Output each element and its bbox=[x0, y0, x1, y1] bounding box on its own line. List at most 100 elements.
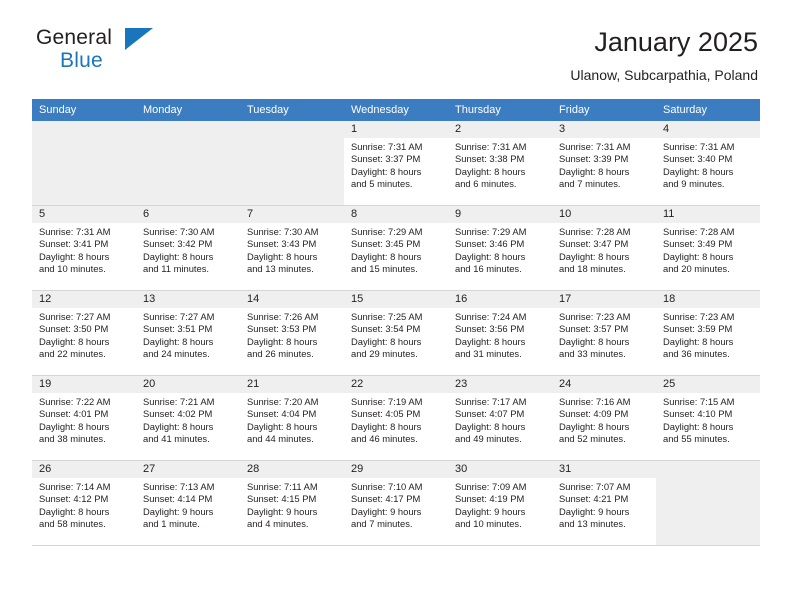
calendar-day[interactable]: 23 Sunrise: 7:17 AM Sunset: 4:07 PM Dayligh… bbox=[448, 376, 552, 460]
calendar-day[interactable]: 26 Sunrise: 7:14 AM Sunset: 4:12 PM Dayligh… bbox=[32, 461, 136, 545]
calendar-day[interactable]: 29 Sunrise: 7:10 AM Sunset: 4:17 PM Dayligh… bbox=[344, 461, 448, 545]
daylight-text-line1: Daylight: 8 hours bbox=[663, 165, 734, 177]
daylight-text-line2: and 33 minutes. bbox=[559, 347, 626, 359]
day-number: 30 bbox=[448, 461, 552, 478]
calendar-day[interactable]: 21 Sunrise: 7:20 AM Sunset: 4:04 PM Dayligh… bbox=[240, 376, 344, 460]
daylight-text-line2: and 7 minutes. bbox=[351, 517, 413, 529]
calendar-day[interactable]: 16 Sunrise: 7:24 AM Sunset: 3:56 PM Dayligh… bbox=[448, 291, 552, 375]
calendar-day[interactable]: 13 Sunrise: 7:27 AM Sunset: 3:51 PM Dayligh… bbox=[136, 291, 240, 375]
sunset-text: Sunset: 4:05 PM bbox=[351, 408, 421, 420]
sunrise-text: Sunrise: 7:28 AM bbox=[559, 226, 631, 237]
day-number: 26 bbox=[32, 461, 136, 478]
calendar-day[interactable]: 17 Sunrise: 7:23 AM Sunset: 3:57 PM Dayligh… bbox=[552, 291, 656, 375]
weekday-header-tuesday: Tuesday bbox=[240, 99, 344, 121]
daylight-text-line2: and 16 minutes. bbox=[455, 262, 522, 274]
day-sun-info: Sunrise: 7:31 AM Sunset: 3:38 PM Daylight:… bbox=[448, 138, 552, 190]
calendar-day[interactable]: 2 Sunrise: 7:31 AM Sunset: 3:38 PM Daylight… bbox=[448, 121, 552, 205]
day-sun-info: Sunrise: 7:14 AM Sunset: 4:12 PM Daylight:… bbox=[32, 478, 136, 530]
day-number: 19 bbox=[32, 376, 136, 393]
day-number: 11 bbox=[656, 206, 760, 223]
calendar-day[interactable]: 19 Sunrise: 7:22 AM Sunset: 4:01 PM Dayligh… bbox=[32, 376, 136, 460]
daylight-text-line2: and 38 minutes. bbox=[39, 432, 106, 444]
sunrise-text: Sunrise: 7:31 AM bbox=[455, 141, 527, 152]
calendar-day[interactable]: 30 Sunrise: 7:09 AM Sunset: 4:19 PM Dayligh… bbox=[448, 461, 552, 545]
general-blue-logo[interactable]: General Blue bbox=[32, 26, 162, 78]
daylight-text-line2: and 6 minutes. bbox=[455, 177, 517, 189]
daylight-text-line2: and 20 minutes. bbox=[663, 262, 730, 274]
calendar-day[interactable]: 14 Sunrise: 7:26 AM Sunset: 3:53 PM Dayligh… bbox=[240, 291, 344, 375]
sunset-text: Sunset: 3:49 PM bbox=[663, 238, 733, 250]
daylight-text-line1: Daylight: 8 hours bbox=[559, 335, 630, 347]
day-sun-info: Sunrise: 7:31 AM Sunset: 3:41 PM Daylight:… bbox=[32, 223, 136, 275]
calendar-cell: 1 Sunrise: 7:31 AM Sunset: 3:37 PM Daylight… bbox=[344, 121, 448, 206]
calendar-day[interactable]: 12 Sunrise: 7:27 AM Sunset: 3:50 PM Dayligh… bbox=[32, 291, 136, 375]
daylight-text-line1: Daylight: 8 hours bbox=[351, 420, 422, 432]
sunrise-text: Sunrise: 7:22 AM bbox=[39, 396, 111, 407]
calendar-cell: 13 Sunrise: 7:27 AM Sunset: 3:51 PM Dayligh… bbox=[136, 290, 240, 376]
calendar-day[interactable]: 7 Sunrise: 7:30 AM Sunset: 3:43 PM Daylight… bbox=[240, 206, 344, 290]
daylight-text-line2: and 55 minutes. bbox=[663, 432, 730, 444]
calendar-day[interactable]: 4 Sunrise: 7:31 AM Sunset: 3:40 PM Daylight… bbox=[656, 121, 760, 205]
calendar-day[interactable]: 6 Sunrise: 7:30 AM Sunset: 3:42 PM Daylight… bbox=[136, 206, 240, 290]
calendar-day-empty bbox=[32, 121, 136, 205]
daylight-text-line1: Daylight: 8 hours bbox=[663, 420, 734, 432]
daylight-text-line1: Daylight: 8 hours bbox=[351, 250, 422, 262]
daylight-text-line2: and 10 minutes. bbox=[39, 262, 106, 274]
calendar-cell: 30 Sunrise: 7:09 AM Sunset: 4:19 PM Dayligh… bbox=[448, 460, 552, 546]
sunrise-text: Sunrise: 7:14 AM bbox=[39, 481, 111, 492]
daylight-text-line2: and 46 minutes. bbox=[351, 432, 418, 444]
sunrise-text: Sunrise: 7:20 AM bbox=[247, 396, 319, 407]
day-number: 16 bbox=[448, 291, 552, 308]
calendar-cell: 14 Sunrise: 7:26 AM Sunset: 3:53 PM Dayligh… bbox=[240, 290, 344, 376]
sunrise-text: Sunrise: 7:29 AM bbox=[455, 226, 527, 237]
day-number: 3 bbox=[552, 121, 656, 138]
calendar-page: General Blue January 2025 Ulanow, Subcar… bbox=[0, 0, 792, 612]
calendar-day[interactable]: 9 Sunrise: 7:29 AM Sunset: 3:46 PM Daylight… bbox=[448, 206, 552, 290]
daylight-text-line1: Daylight: 9 hours bbox=[455, 505, 526, 517]
sunset-text: Sunset: 4:01 PM bbox=[39, 408, 109, 420]
calendar-day[interactable]: 3 Sunrise: 7:31 AM Sunset: 3:39 PM Daylight… bbox=[552, 121, 656, 205]
calendar-cell: 31 Sunrise: 7:07 AM Sunset: 4:21 PM Dayligh… bbox=[552, 460, 656, 546]
sunset-text: Sunset: 3:38 PM bbox=[455, 153, 525, 165]
calendar-day[interactable]: 5 Sunrise: 7:31 AM Sunset: 3:41 PM Daylight… bbox=[32, 206, 136, 290]
calendar-day[interactable]: 27 Sunrise: 7:13 AM Sunset: 4:14 PM Dayligh… bbox=[136, 461, 240, 545]
day-sun-info: Sunrise: 7:26 AM Sunset: 3:53 PM Daylight:… bbox=[240, 308, 344, 360]
daylight-text-line1: Daylight: 8 hours bbox=[143, 335, 214, 347]
sunrise-text: Sunrise: 7:23 AM bbox=[663, 311, 735, 322]
daylight-text-line2: and 18 minutes. bbox=[559, 262, 626, 274]
day-number: 2 bbox=[448, 121, 552, 138]
calendar-day[interactable]: 31 Sunrise: 7:07 AM Sunset: 4:21 PM Dayligh… bbox=[552, 461, 656, 545]
sunset-text: Sunset: 4:15 PM bbox=[247, 493, 317, 505]
calendar-day[interactable]: 10 Sunrise: 7:28 AM Sunset: 3:47 PM Dayligh… bbox=[552, 206, 656, 290]
daylight-text-line1: Daylight: 8 hours bbox=[351, 335, 422, 347]
calendar-day[interactable]: 25 Sunrise: 7:15 AM Sunset: 4:10 PM Dayligh… bbox=[656, 376, 760, 460]
calendar-day[interactable]: 8 Sunrise: 7:29 AM Sunset: 3:45 PM Daylight… bbox=[344, 206, 448, 290]
calendar-day[interactable]: 15 Sunrise: 7:25 AM Sunset: 3:54 PM Dayligh… bbox=[344, 291, 448, 375]
calendar-day[interactable]: 22 Sunrise: 7:19 AM Sunset: 4:05 PM Dayligh… bbox=[344, 376, 448, 460]
day-number: 24 bbox=[552, 376, 656, 393]
daylight-text-line1: Daylight: 8 hours bbox=[559, 420, 630, 432]
calendar-day[interactable]: 11 Sunrise: 7:28 AM Sunset: 3:49 PM Dayligh… bbox=[656, 206, 760, 290]
calendar-day[interactable]: 28 Sunrise: 7:11 AM Sunset: 4:15 PM Dayligh… bbox=[240, 461, 344, 545]
calendar-week-row: 1 Sunrise: 7:31 AM Sunset: 3:37 PM Daylight… bbox=[32, 121, 760, 206]
daylight-text-line1: Daylight: 8 hours bbox=[559, 250, 630, 262]
sunset-text: Sunset: 3:51 PM bbox=[143, 323, 213, 335]
daylight-text-line2: and 58 minutes. bbox=[39, 517, 106, 529]
sunrise-text: Sunrise: 7:30 AM bbox=[247, 226, 319, 237]
daylight-text-line2: and 49 minutes. bbox=[455, 432, 522, 444]
calendar-day[interactable]: 1 Sunrise: 7:31 AM Sunset: 3:37 PM Daylight… bbox=[344, 121, 448, 205]
calendar-day[interactable]: 18 Sunrise: 7:23 AM Sunset: 3:59 PM Dayligh… bbox=[656, 291, 760, 375]
day-sun-info: Sunrise: 7:17 AM Sunset: 4:07 PM Daylight:… bbox=[448, 393, 552, 445]
day-number: 5 bbox=[32, 206, 136, 223]
calendar-cell: 10 Sunrise: 7:28 AM Sunset: 3:47 PM Dayligh… bbox=[552, 205, 656, 291]
daylight-text-line1: Daylight: 8 hours bbox=[663, 335, 734, 347]
sunrise-text: Sunrise: 7:19 AM bbox=[351, 396, 423, 407]
calendar-day[interactable]: 24 Sunrise: 7:16 AM Sunset: 4:09 PM Dayligh… bbox=[552, 376, 656, 460]
daylight-text-line2: and 5 minutes. bbox=[351, 177, 413, 189]
day-number: 27 bbox=[136, 461, 240, 478]
calendar-day[interactable]: 20 Sunrise: 7:21 AM Sunset: 4:02 PM Dayligh… bbox=[136, 376, 240, 460]
calendar-cell bbox=[656, 460, 760, 546]
sunrise-text: Sunrise: 7:31 AM bbox=[559, 141, 631, 152]
day-sun-info: Sunrise: 7:23 AM Sunset: 3:57 PM Daylight:… bbox=[552, 308, 656, 360]
daylight-text-line1: Daylight: 8 hours bbox=[455, 250, 526, 262]
